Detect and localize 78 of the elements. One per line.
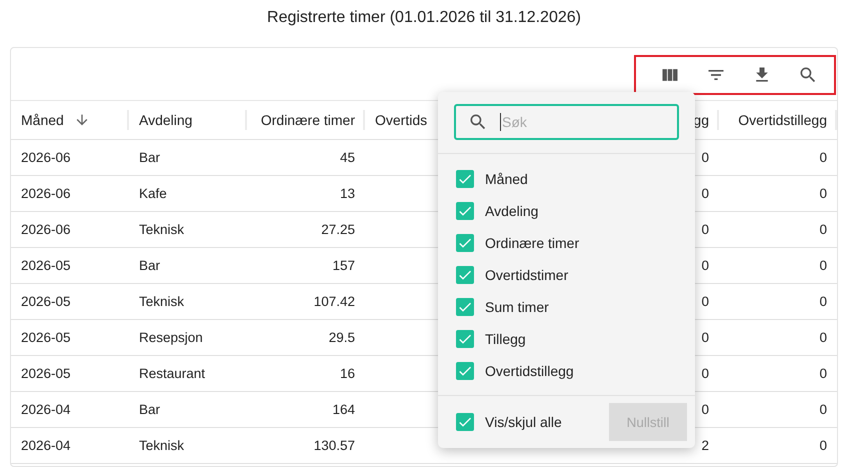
column-header[interactable]: Overtids xyxy=(375,112,428,128)
checkbox-label: Vis/skjul alle xyxy=(485,414,562,430)
table-cell: 0 xyxy=(819,258,827,273)
table-cell: 2026-05 xyxy=(21,330,71,345)
table-cell: 27.25 xyxy=(321,222,355,237)
table-cell: 0 xyxy=(701,222,709,237)
column-option[interactable]: Sum timer xyxy=(456,291,677,323)
table-cell: 2026-05 xyxy=(21,258,71,273)
table-cell: 2026-04 xyxy=(21,402,71,417)
table-cell: 0 xyxy=(819,186,827,201)
table-cell: 0 xyxy=(701,294,709,309)
table-cell: 2026-05 xyxy=(21,294,71,309)
table-cell: 0 xyxy=(701,150,709,165)
table-cell: 130.57 xyxy=(314,438,355,453)
table-cell: 0 xyxy=(819,402,827,417)
checkbox-label: Avdeling xyxy=(485,203,538,219)
table-cell: Bar xyxy=(139,258,160,273)
toggle-all-option[interactable]: Vis/skjul alle xyxy=(456,406,562,438)
checkbox-label: Overtidstillegg xyxy=(485,363,574,379)
checkbox[interactable] xyxy=(456,266,474,284)
checkbox[interactable] xyxy=(456,413,474,431)
table-cell: 0 xyxy=(701,186,709,201)
table-cell: 0 xyxy=(819,366,827,381)
table-cell: Kafe xyxy=(139,186,167,201)
table-cell: 164 xyxy=(332,402,355,417)
checkbox[interactable] xyxy=(456,330,474,348)
table-cell: 157 xyxy=(332,258,355,273)
column-option[interactable]: Ordinære timer xyxy=(456,227,677,259)
table-cell: Bar xyxy=(139,150,160,165)
table-cell: 0 xyxy=(819,294,827,309)
table-cell: 2026-06 xyxy=(21,186,71,201)
table-cell: 0 xyxy=(819,438,827,453)
table-cell: 0 xyxy=(701,366,709,381)
table-cell: 0 xyxy=(819,150,827,165)
column-header[interactable]: Avdeling xyxy=(139,112,192,128)
checkbox[interactable] xyxy=(456,298,474,316)
table-cell: 16 xyxy=(340,366,355,381)
search-field[interactable]: Søk xyxy=(454,104,679,140)
checkbox-label: Sum timer xyxy=(485,299,549,315)
table-cell: 0 xyxy=(701,402,709,417)
table-cell: 107.42 xyxy=(314,294,355,309)
table-cell: Teknisk xyxy=(139,294,184,309)
table-cell: 0 xyxy=(819,330,827,345)
checkbox[interactable] xyxy=(456,202,474,220)
column-option[interactable]: Overtidstimer xyxy=(456,259,677,291)
column-option[interactable]: Tillegg xyxy=(456,323,677,355)
checkbox[interactable] xyxy=(456,170,474,188)
table-cell: 2 xyxy=(701,438,709,453)
checkbox-label: Tillegg xyxy=(485,331,526,347)
checkbox[interactable] xyxy=(456,362,474,380)
table-cell: 2026-06 xyxy=(21,222,71,237)
checkbox-label: Måned xyxy=(485,171,528,187)
column-option[interactable]: Avdeling xyxy=(456,195,677,227)
column-option[interactable]: Overtidstillegg xyxy=(456,355,677,387)
table-cell: 0 xyxy=(819,222,827,237)
table-cell: Bar xyxy=(139,402,160,417)
page-title: Registrerte timer (01.01.2026 til 31.12.2026) xyxy=(267,8,581,28)
table-cell: 13 xyxy=(340,186,355,201)
search-input[interactable]: Søk xyxy=(500,113,665,131)
table-cell: 2026-04 xyxy=(21,438,71,453)
column-option[interactable]: Måned xyxy=(456,163,677,195)
table-cell: Teknisk xyxy=(139,222,184,237)
table-cell: Resepsjon xyxy=(139,330,203,345)
column-header[interactable]: Overtidstillegg xyxy=(738,112,827,128)
table-cell: 0 xyxy=(701,330,709,345)
table-cell: Teknisk xyxy=(139,438,184,453)
table-cell: 45 xyxy=(340,150,355,165)
table-cell: 2026-05 xyxy=(21,366,71,381)
checkbox-label: Ordinære timer xyxy=(485,235,580,251)
table-cell: 2026-06 xyxy=(21,150,71,165)
table-cell: 0 xyxy=(701,258,709,273)
column-header[interactable]: Måned xyxy=(21,112,100,128)
checkbox-label: Overtidstimer xyxy=(485,267,568,283)
search-icon xyxy=(468,112,488,132)
table-cell: Restaurant xyxy=(139,366,206,381)
column-header[interactable]: Ordinære timer xyxy=(260,112,355,128)
checkbox[interactable] xyxy=(456,234,474,252)
table-cell: 29.5 xyxy=(328,330,355,345)
